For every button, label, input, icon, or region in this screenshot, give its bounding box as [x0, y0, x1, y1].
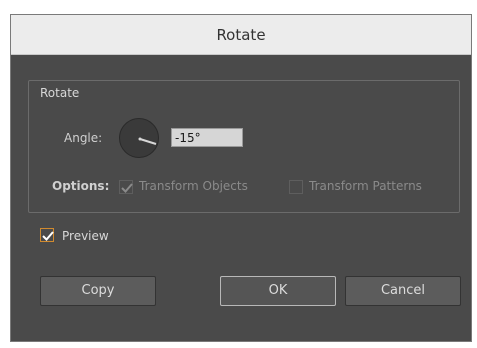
rotate-group-box: [28, 80, 460, 213]
transform-objects-label: Transform Objects: [139, 179, 248, 193]
transform-patterns-checkbox[interactable]: [289, 180, 303, 194]
preview-label: Preview: [62, 229, 109, 243]
checkmark-icon: [42, 231, 54, 241]
angle-label: Angle:: [64, 131, 103, 145]
transform-patterns-label: Transform Patterns: [309, 179, 422, 193]
copy-button[interactable]: Copy: [40, 276, 156, 306]
preview-checkbox[interactable]: [40, 228, 54, 242]
title-bar[interactable]: Rotate: [11, 15, 471, 55]
ok-button[interactable]: OK: [220, 276, 336, 306]
angle-input[interactable]: [171, 128, 243, 147]
checkmark-icon: [121, 183, 133, 193]
cancel-button[interactable]: Cancel: [345, 276, 461, 306]
angle-dial-icon[interactable]: [119, 118, 159, 158]
dialog-title: Rotate: [216, 26, 266, 44]
transform-objects-checkbox[interactable]: [119, 180, 133, 194]
options-label: Options:: [52, 179, 110, 193]
rotate-group-legend: Rotate: [36, 86, 84, 100]
